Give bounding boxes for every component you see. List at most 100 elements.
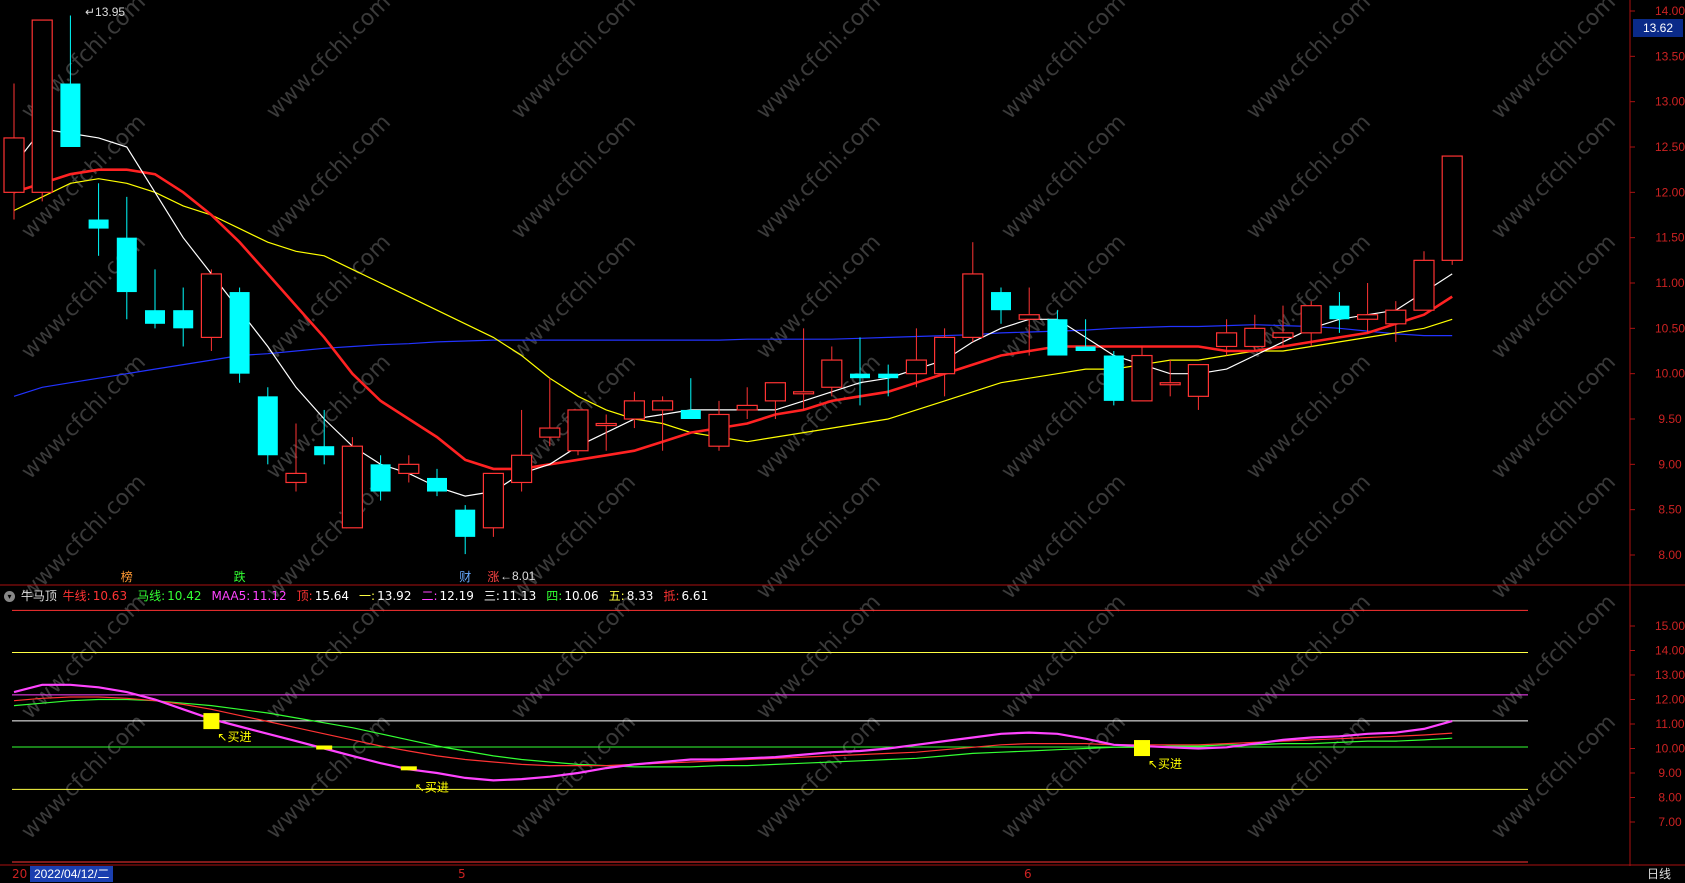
watermark-text: www.cfchi.com (752, 350, 886, 484)
candle-body (567, 409, 589, 452)
candle-body (1441, 155, 1463, 261)
indicator-value: 马线: 10.42 (137, 589, 203, 603)
period-selector[interactable]: 日线 (1633, 866, 1685, 882)
candle-body (1215, 332, 1238, 348)
candle-body (680, 409, 701, 419)
candle-body (370, 464, 391, 492)
indicator-name[interactable]: 牛马顶 (21, 589, 57, 603)
watermark-text: www.cfchi.com (752, 110, 886, 244)
candle (455, 505, 476, 555)
event-marker[interactable]: 榜 (121, 568, 133, 585)
candle (145, 269, 165, 329)
candle-body (1103, 355, 1124, 401)
indicator-value-number: 10.06 (564, 589, 599, 603)
indicator-value: 五: 8.33 (609, 589, 656, 603)
candle-body (145, 310, 165, 324)
indicator-value-label: 牛线: (62, 589, 91, 603)
candle (567, 409, 589, 456)
candle-body (1187, 364, 1210, 397)
candle-body (623, 400, 646, 420)
chart-canvas: www.cfchi.comwww.cfchi.comwww.cfchi.comw… (0, 0, 1685, 866)
watermark-text: www.cfchi.com (752, 710, 886, 844)
price-tick-label: 12.50 (1655, 140, 1685, 154)
candle (173, 287, 194, 347)
indicator-value: 四: 10.06 (546, 589, 600, 603)
buy-signal-label: ↖买进 (415, 780, 449, 794)
price-tick-label: 8.50 (1658, 503, 1682, 517)
candle (962, 242, 984, 342)
time-axis: 20 5 6 (0, 866, 1685, 883)
watermark-text: www.cfchi.com (262, 710, 396, 844)
watermark-text: www.cfchi.com (1242, 0, 1376, 124)
indicator-value-label: 抵: (663, 589, 680, 603)
candle (1187, 364, 1210, 410)
candle (341, 437, 363, 529)
candle (31, 19, 53, 202)
candle (427, 468, 447, 497)
candle-body (736, 404, 758, 411)
candle-body (314, 446, 335, 456)
buy-signal-marker (203, 713, 220, 730)
candlestick-series (3, 15, 1463, 555)
price-tick-label: 9.00 (1658, 457, 1682, 471)
price-tick-label: 10.50 (1655, 321, 1685, 335)
price-tick-label: 10.00 (1655, 367, 1685, 381)
candle (1329, 292, 1350, 333)
indicator-value-number: 6.61 (681, 589, 709, 603)
candle-body (933, 336, 956, 375)
indicator-value-number: 10.42 (167, 589, 202, 603)
indicator-value: 顶: 15.64 (297, 589, 351, 603)
indicator-tick-label: 12.00 (1655, 693, 1685, 707)
candle-body (708, 413, 730, 447)
candle (736, 387, 758, 419)
candle-body (1272, 332, 1294, 339)
watermark-text: www.cfchi.com (1487, 350, 1621, 484)
watermark-text: www.cfchi.com (507, 470, 641, 604)
watermark-text: www.cfchi.com (507, 710, 641, 844)
event-marker[interactable]: 财 (459, 568, 471, 585)
candle-body (60, 83, 81, 147)
watermark-text: www.cfchi.com (997, 470, 1131, 604)
indicator-tick-label: 14.00 (1655, 644, 1685, 658)
price-tick-label: 13.50 (1655, 49, 1685, 63)
watermark-layer: www.cfchi.comwww.cfchi.comwww.cfchi.comw… (17, 0, 1621, 844)
indicator-value-number: 10.63 (92, 589, 128, 603)
candle (1413, 251, 1435, 311)
watermark-text: www.cfchi.com (262, 110, 396, 244)
indicator-value: 牛线: 10.63 (63, 589, 129, 603)
indicator-values: 牛线: 10.63 马线: 10.42 MAA5: 11.12 顶: 15.64 一: 13.92… (63, 589, 719, 603)
candle (1356, 283, 1379, 333)
candle (933, 328, 956, 397)
watermark-text: www.cfchi.com (1487, 470, 1621, 604)
indicator-value: 抵: 6.61 (663, 589, 710, 603)
collapse-icon[interactable]: ▾ (4, 591, 15, 602)
watermark-text: www.cfchi.com (1242, 710, 1376, 844)
event-marker[interactable]: 涨 (487, 568, 499, 585)
watermark-text: www.cfchi.com (1242, 470, 1376, 604)
candle (1244, 314, 1266, 351)
indicator-value-number: 12.19 (439, 589, 474, 603)
buy-signal-label: ↖买进 (1148, 757, 1182, 771)
indicator-value-number: 8.33 (626, 589, 654, 603)
candle-body (341, 445, 363, 529)
watermark-text: www.cfchi.com (507, 0, 641, 124)
candle-body (1075, 346, 1096, 351)
low-price-label: ←8.01 (500, 569, 536, 583)
candle (991, 287, 1011, 324)
candle (539, 378, 561, 447)
event-marker[interactable]: 跌 (234, 568, 246, 585)
indicator-value: 三: 11.13 (484, 589, 538, 603)
candle-body (1300, 305, 1322, 334)
indicator-value: 二: 12.19 (421, 589, 475, 603)
indicator-value-label: 顶: (296, 589, 313, 603)
candle-body (1244, 327, 1266, 348)
watermark-text: www.cfchi.com (1487, 0, 1621, 124)
candle-body (651, 400, 674, 411)
year-tick-label: 20 (12, 867, 28, 881)
candle-body (991, 292, 1011, 311)
watermark-text: www.cfchi.com (1487, 710, 1621, 844)
candle-body (1413, 259, 1435, 311)
candle-body (1018, 314, 1040, 320)
month-tick-label: 5 (458, 867, 466, 881)
watermark-text: www.cfchi.com (262, 0, 396, 124)
